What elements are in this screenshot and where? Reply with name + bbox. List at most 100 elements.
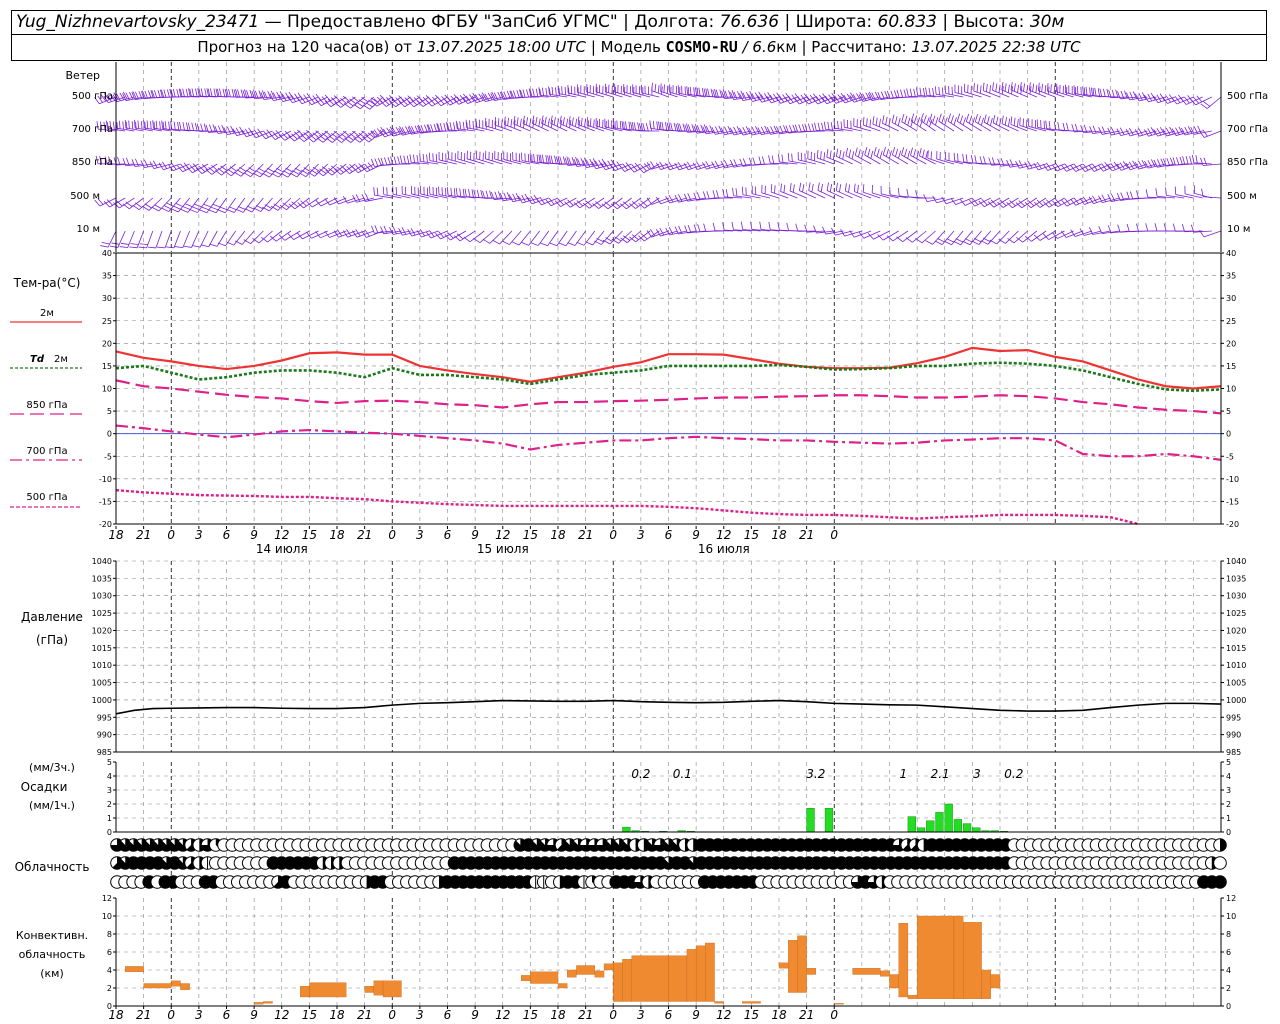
wind-barb-feather	[1038, 86, 1041, 95]
wind-barb-feather	[947, 113, 952, 122]
precip-unit-3h: (мм/3ч.)	[29, 761, 75, 774]
wind-barb-feather	[840, 121, 843, 130]
legend-t700-label: 700 гПа	[26, 446, 67, 457]
wind-barb-staff	[1001, 123, 1019, 132]
wind-barb-feather	[512, 193, 517, 202]
wind-barb	[1201, 188, 1222, 199]
wind-barb-feather	[172, 88, 176, 97]
conv-left-tick-label: 0	[107, 1002, 112, 1011]
wind-barb-feather	[1174, 96, 1181, 103]
wind-barb-feather	[522, 89, 526, 98]
wind-barb-staff	[537, 230, 550, 246]
wind-barb-feather	[516, 90, 520, 98]
wind-barb-feather	[668, 122, 671, 131]
wind-barb-feather	[374, 158, 379, 167]
temp-hour-label: 0	[167, 528, 175, 542]
wind-barb-staff	[816, 130, 835, 132]
wind-barb-feather	[1116, 128, 1122, 136]
wind-barb	[226, 197, 246, 213]
conv-title-3: (км)	[40, 967, 64, 980]
wind-barb	[217, 230, 237, 247]
wind-barb-feather	[1098, 226, 1103, 234]
wind-barb-feather	[220, 165, 228, 172]
wind-barb-feather	[131, 159, 136, 167]
wind-barb-feather	[932, 195, 937, 203]
wind-barb-feather	[502, 240, 510, 245]
precip-bar	[953, 819, 962, 833]
wind-level-500hpa: 500 гПа	[72, 91, 113, 102]
press-right-tick-label: 990	[1226, 731, 1241, 740]
wind-barb-feather	[185, 88, 189, 97]
wind-barb-feather	[919, 87, 922, 96]
wind-barb-feather	[913, 115, 918, 124]
wind-barb-feather	[992, 114, 996, 123]
conv-hour-label: 9	[471, 1008, 479, 1022]
wind-barb-feather	[459, 95, 466, 102]
wind-barb	[392, 186, 411, 199]
wind-barb-feather	[935, 117, 939, 126]
wind-barb-feather	[1023, 83, 1026, 92]
wind-barb-feather	[292, 170, 300, 175]
wind-barb-feather	[670, 86, 672, 95]
wind-barb-feather	[1001, 115, 1004, 124]
wind-level-10m: 10 м	[77, 224, 100, 235]
wind-barb-feather	[1006, 159, 1011, 168]
conv-right-tick-label: 0	[1226, 1002, 1231, 1011]
wind-barb-feather	[689, 86, 692, 95]
wind-barb-feather	[697, 224, 701, 233]
wind-barb-feather	[131, 121, 134, 130]
wind-barb-feather	[937, 238, 945, 243]
wind-barb-staff	[541, 123, 559, 132]
wind-barb	[494, 117, 513, 132]
precip-bar	[806, 808, 815, 833]
conv-left-tick-label: 8	[107, 930, 112, 939]
wind-barb-feather	[758, 156, 762, 165]
wind-barb	[963, 83, 982, 98]
wind-barb-feather	[119, 246, 128, 249]
wind-barb-staff	[532, 123, 549, 132]
cloud-cover-symbol	[1213, 838, 1227, 852]
wind-barb-feather	[416, 154, 419, 163]
wind-barb-feather	[237, 206, 246, 210]
wind-barb-feather	[191, 206, 200, 211]
wind-barb-feather	[562, 117, 565, 126]
wind-barb-feather	[118, 120, 121, 129]
wind-barb-feather	[462, 121, 465, 130]
wind-barb-feather	[399, 155, 403, 164]
temp-left-tick-label: -10	[99, 475, 112, 484]
wind-barb-feather	[1090, 87, 1093, 96]
wind-barb-staff	[476, 158, 494, 165]
conv-cloud-bar	[880, 970, 890, 977]
wind-barb-feather	[1101, 163, 1107, 171]
wind-barb-feather	[239, 166, 247, 172]
wind-barb-feather	[853, 183, 856, 192]
legend-t500-label: 500 гПа	[26, 492, 67, 503]
wind-barb-feather	[551, 86, 554, 95]
wind-barb-feather	[625, 121, 627, 130]
wind-barb-feather	[538, 154, 541, 163]
wind-barb-staff	[1203, 196, 1222, 199]
wind-barb	[558, 230, 577, 247]
wind-barb-feather	[701, 87, 704, 97]
conv-cloud-bar	[300, 986, 310, 998]
wind-barb-feather	[214, 170, 222, 176]
wind-barb-feather	[376, 187, 379, 196]
wind-barb-feather	[1129, 191, 1134, 200]
wind-barb-feather	[923, 115, 927, 123]
conv-hour-label: 3	[637, 1008, 645, 1022]
wind-barb-staff	[771, 191, 789, 199]
wind-barb-feather	[696, 161, 702, 169]
precip-left-tick-label: 1	[107, 814, 112, 823]
precip-right-tick-label: 4	[1226, 772, 1231, 781]
wind-barb	[1174, 186, 1194, 199]
wind-barb-feather	[203, 123, 207, 132]
wind-barb-staff	[117, 230, 126, 248]
wind-barb-feather	[904, 148, 908, 157]
wind-barb-feather	[253, 207, 261, 212]
wind-barb	[475, 118, 494, 132]
conv-cloud-bar	[705, 942, 715, 1002]
conv-cloud-bar	[834, 1003, 844, 1005]
wind-barb-feather	[459, 188, 462, 197]
wind-barb-feather	[839, 184, 842, 193]
temp-hour-label: 6	[223, 528, 231, 542]
